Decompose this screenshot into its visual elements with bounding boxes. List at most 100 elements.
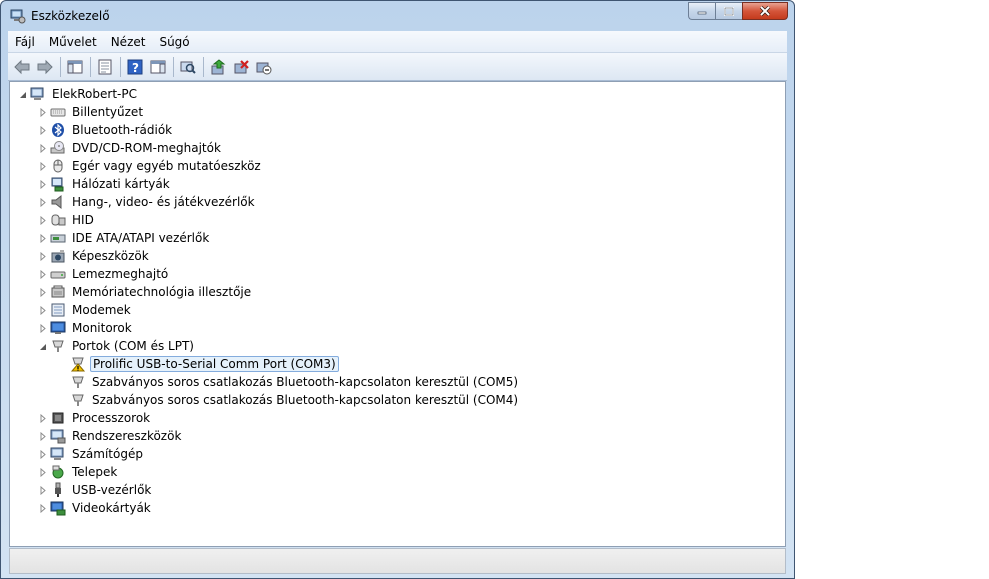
expand-arrow-icon[interactable] xyxy=(38,215,47,225)
tree-node-label: Portok (COM és LPT) xyxy=(72,339,194,353)
toolbar-separator xyxy=(90,56,91,77)
expand-arrow-icon[interactable] xyxy=(38,287,47,297)
toolbar-separator xyxy=(120,56,121,77)
toolbar: ? xyxy=(8,53,787,81)
scan-hardware-button[interactable] xyxy=(177,56,199,78)
expand-arrow-icon[interactable] xyxy=(38,125,47,135)
tree-category[interactable]: DVD/CD-ROM-meghajtók xyxy=(38,139,223,157)
tree-category[interactable]: Képeszközök xyxy=(38,247,151,265)
tree-category[interactable]: Lemezmeghajtó xyxy=(38,265,170,283)
tree-category[interactable]: Processzorok xyxy=(38,409,152,427)
tree-category[interactable]: Videokártyák xyxy=(38,499,153,517)
tree-node-label: ElekRobert-PC xyxy=(52,87,137,101)
minimize-button[interactable] xyxy=(688,2,715,20)
disable-device-button[interactable] xyxy=(253,56,275,78)
computer-icon xyxy=(50,447,64,460)
tree-category[interactable]: IDE ATA/ATAPI vezérlők xyxy=(38,229,211,247)
tree-node-icon xyxy=(50,266,66,282)
help-button[interactable]: ? xyxy=(124,56,146,78)
expand-arrow-icon[interactable] xyxy=(38,485,47,495)
expand-arrow-icon[interactable] xyxy=(38,179,47,189)
expand-arrow-icon[interactable] xyxy=(38,161,47,171)
expand-arrow-icon[interactable] xyxy=(38,323,47,333)
tree-node-label: USB-vezérlők xyxy=(72,483,152,497)
menu-view[interactable]: Nézet xyxy=(104,35,153,49)
toolbar-separator xyxy=(203,56,204,77)
collapse-arrow-icon[interactable] xyxy=(18,90,27,99)
expand-arrow-icon[interactable] xyxy=(38,413,47,423)
tree-node-label: Számítógép xyxy=(72,447,143,461)
disable-device-icon xyxy=(256,62,272,74)
window-title: Eszközkezelő xyxy=(31,9,110,23)
tree-category[interactable]: Számítógép xyxy=(38,445,145,463)
tree-node-icon xyxy=(70,374,86,390)
tree-device-selected[interactable]: Prolific USB-to-Serial Comm Port (COM3) xyxy=(58,355,339,373)
expand-arrow-icon[interactable] xyxy=(38,233,47,243)
tree-category[interactable]: Hang-, video- és játékvezérlők xyxy=(38,193,257,211)
close-button[interactable] xyxy=(742,2,788,20)
tree-node-icon xyxy=(50,248,66,264)
tree-node-label: Monitorok xyxy=(72,321,132,335)
tree-category[interactable]: HID xyxy=(38,211,96,229)
computer-icon xyxy=(30,87,44,100)
tree-category[interactable]: Bluetooth-rádiók xyxy=(38,121,174,139)
back-button[interactable] xyxy=(11,56,33,78)
uninstall-button[interactable] xyxy=(230,56,252,78)
tree-device[interactable]: Szabványos soros csatlakozás Bluetooth-k… xyxy=(58,391,520,409)
mouse-icon xyxy=(53,159,63,173)
expand-arrow-icon[interactable] xyxy=(38,251,47,261)
maximize-button[interactable] xyxy=(715,2,742,20)
properties-button[interactable] xyxy=(94,56,116,78)
modem-icon xyxy=(51,303,65,317)
show-hide-console-tree-button[interactable] xyxy=(64,56,86,78)
usb-icon xyxy=(55,482,61,497)
forward-button[interactable] xyxy=(34,56,56,78)
expand-arrow-icon[interactable] xyxy=(38,143,47,153)
port-warning-icon xyxy=(70,357,86,372)
tree-category[interactable]: Billentyűzet xyxy=(38,103,145,121)
tree-node-label: Telepek xyxy=(72,465,118,479)
tree-node-icon xyxy=(50,302,66,318)
keyboard-icon xyxy=(50,108,66,117)
tree-node-label: HID xyxy=(72,213,94,227)
menu-help[interactable]: Súgó xyxy=(152,35,196,49)
tree-node-icon xyxy=(50,140,66,156)
expand-arrow-icon[interactable] xyxy=(38,107,47,117)
update-driver-button[interactable] xyxy=(207,56,229,78)
monitor-icon xyxy=(50,321,66,334)
collapse-arrow-icon[interactable] xyxy=(38,342,47,351)
port-icon xyxy=(72,394,84,406)
close-icon xyxy=(759,6,771,16)
expand-arrow-icon[interactable] xyxy=(38,431,47,441)
tree-category[interactable]: Hálózati kártyák xyxy=(38,175,172,193)
tree-node-icon xyxy=(50,230,66,246)
expand-arrow-icon[interactable] xyxy=(38,467,47,477)
tree-root-computer[interactable]: ElekRobert-PC xyxy=(18,85,139,103)
tree-category[interactable]: Telepek xyxy=(38,463,119,481)
tree-category[interactable]: Monitorok xyxy=(38,319,134,337)
expand-arrow-icon[interactable] xyxy=(38,503,47,513)
tree-category[interactable]: Rendszereszközök xyxy=(38,427,183,445)
tree-category[interactable]: Modemek xyxy=(38,301,133,319)
tree-node-label: Szabványos soros csatlakozás Bluetooth-k… xyxy=(92,375,519,389)
tree-node-icon xyxy=(50,464,66,480)
expand-arrow-icon[interactable] xyxy=(38,269,47,279)
expand-arrow-icon[interactable] xyxy=(38,305,47,315)
device-tree-pane[interactable]: ElekRobert-PC Billentyűzet Bluetooth-rádió… xyxy=(9,81,786,547)
expand-arrow-icon[interactable] xyxy=(38,197,47,207)
tree-device[interactable]: Szabványos soros csatlakozás Bluetooth-k… xyxy=(58,373,520,391)
tree-node-icon xyxy=(50,320,66,336)
tree-category[interactable]: USB-vezérlők xyxy=(38,481,153,499)
back-arrow-icon xyxy=(14,59,30,74)
tree-category[interactable]: Memóriatechnológia illesztője xyxy=(38,283,253,301)
tree-category[interactable]: Egér vagy egyéb mutatóeszköz xyxy=(38,157,263,175)
uninstall-icon xyxy=(234,59,249,73)
tree-node-icon xyxy=(50,122,66,138)
menu-file[interactable]: Fájl xyxy=(8,35,42,49)
tree-category[interactable]: Portok (COM és LPT) xyxy=(38,337,196,355)
show-action-pane-button[interactable] xyxy=(147,56,169,78)
expand-arrow-icon[interactable] xyxy=(38,449,47,459)
tree-node-label: Hang-, video- és játékvezérlők xyxy=(72,195,255,209)
menu-action[interactable]: Művelet xyxy=(42,35,104,49)
title-bar[interactable]: Eszközkezelő xyxy=(1,1,794,31)
